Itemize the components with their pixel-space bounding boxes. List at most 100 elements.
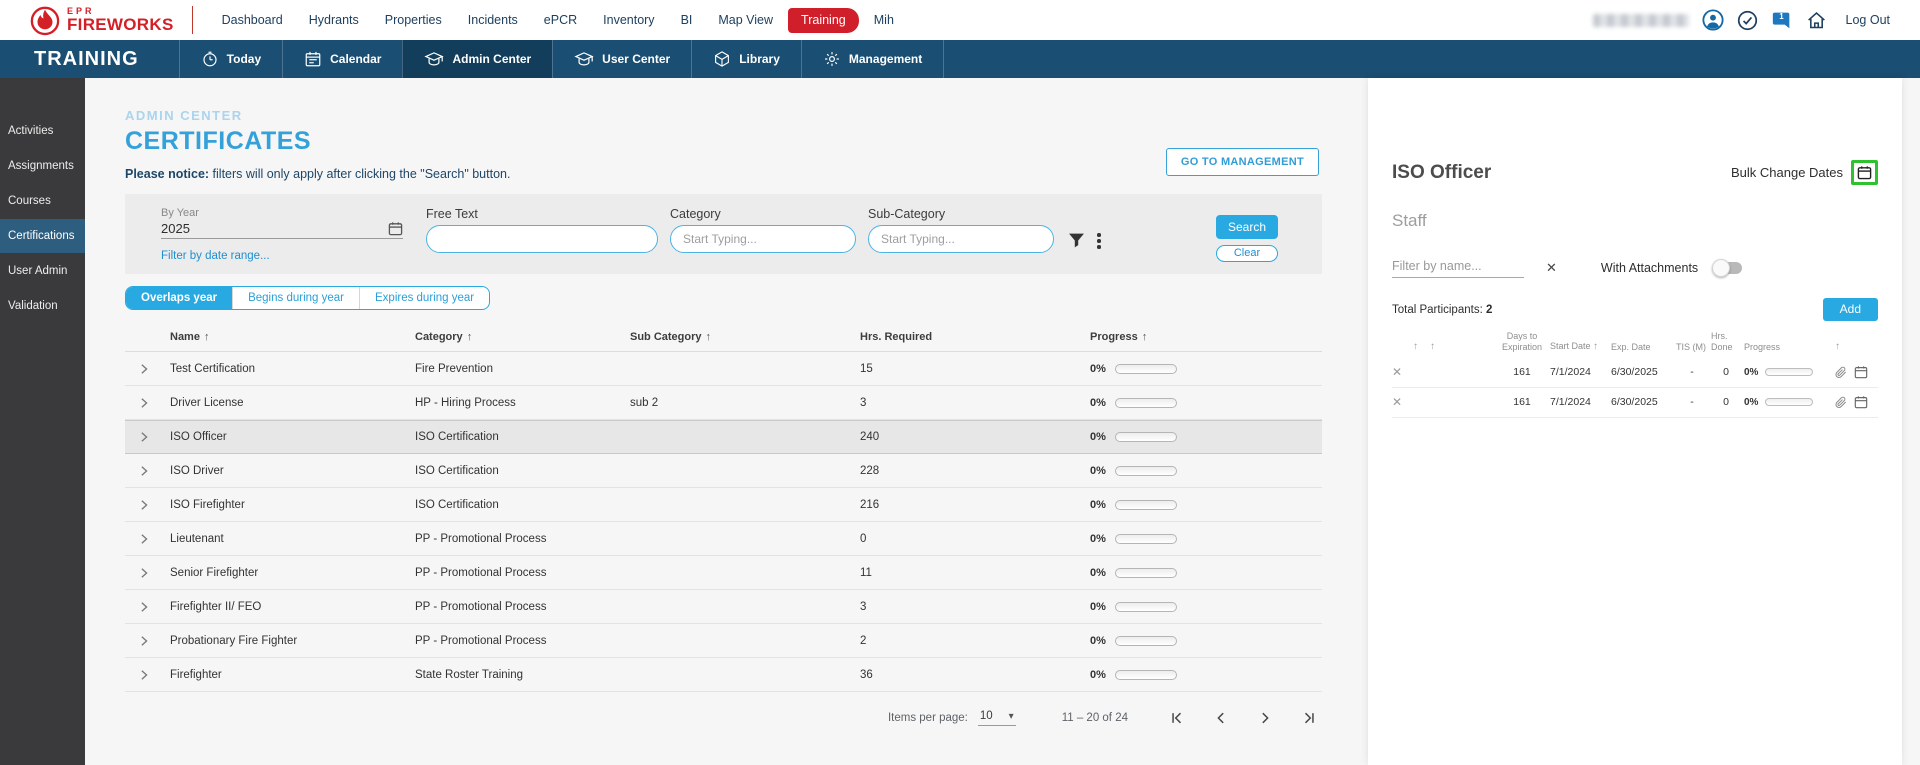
previous-page-icon[interactable] [1214,711,1228,725]
bulk-change-dates-label: Bulk Change Dates [1731,165,1843,180]
table-row-lieutenant[interactable]: LieutenantPP - Promotional Process00% [125,522,1322,556]
remove-participant-icon[interactable]: ✕ [1392,395,1410,409]
table-row-driver-license[interactable]: Driver LicenseHP - Hiring Processsub 230… [125,386,1322,420]
nav-map-view[interactable]: Map View [707,8,784,32]
sidebar-item-certifications[interactable]: Certifications [0,219,85,253]
subcategory-label: Sub-Category [868,207,1054,221]
sidebar-item-assignments[interactable]: Assignments [0,149,85,183]
go-to-management-button[interactable]: GO TO MANAGEMENT [1166,148,1319,176]
tab-management[interactable]: Management [801,40,944,78]
sort-asc-icon[interactable]: ↑ [1413,341,1427,353]
segment-expires-during-year[interactable]: Expires during year [359,287,489,309]
nav-epcr[interactable]: ePCR [533,8,588,32]
overflow-menu-icon[interactable] [1095,231,1103,274]
attachment-icon[interactable] [1835,366,1851,379]
last-page-icon[interactable] [1302,711,1316,725]
expand-chevron-icon[interactable] [125,363,170,375]
sidebar-item-validation[interactable]: Validation [0,289,85,323]
subcategory-input[interactable] [868,225,1054,253]
bulk-change-dates-button[interactable] [1851,160,1878,185]
table-row-iso-officer[interactable]: ISO OfficerISO Certification2400% [125,420,1322,454]
filter-funnel-icon[interactable] [1068,232,1085,274]
expand-chevron-icon[interactable] [125,601,170,613]
items-per-page-value: 10 [980,710,993,722]
brand-logo[interactable]: EPR FIREWORKS [30,4,174,36]
sort-asc-icon[interactable]: ↑ [1835,341,1851,353]
tab-library[interactable]: Library [691,40,801,78]
nav-mih[interactable]: Mih [863,8,905,32]
participant-row[interactable]: ✕1617/1/20246/30/2025-00% [1392,388,1878,418]
cell-category: ISO Certification [415,465,630,477]
nav-incidents[interactable]: Incidents [457,8,529,32]
table-row-firefighter[interactable]: FirefighterState Roster Training360% [125,658,1322,692]
tab-calendar[interactable]: Calendar [282,40,402,78]
notifications-icon[interactable]: 1 [1771,9,1793,31]
next-page-icon[interactable] [1258,711,1272,725]
expand-chevron-icon[interactable] [125,431,170,443]
expand-chevron-icon[interactable] [125,499,170,511]
avatar-icon[interactable] [1702,9,1724,31]
subnav-tabs: TodayCalendarAdmin CenterUser CenterLibr… [179,40,945,78]
search-button[interactable]: Search [1216,215,1278,239]
by-year-value[interactable]: 2025 [161,221,190,236]
filter-by-name-input[interactable] [1392,257,1524,278]
sidebar-item-user-admin[interactable]: User Admin [0,254,85,288]
table-row-iso-firefighter[interactable]: ISO FirefighterISO Certification2160% [125,488,1322,522]
first-page-icon[interactable] [1170,711,1184,725]
sort-asc-icon[interactable]: ↑ [204,331,210,343]
with-attachments-toggle[interactable] [1712,259,1744,277]
sort-asc-icon[interactable]: ↑ [706,331,712,343]
table-row-firefighter-ii-feo[interactable]: Firefighter II/ FEOPP - Promotional Proc… [125,590,1322,624]
expand-chevron-icon[interactable] [125,465,170,477]
nav-properties[interactable]: Properties [374,8,453,32]
participants-table-header: ↑ ↑ Days to Expiration Start Date ↑ Exp.… [1392,331,1878,358]
add-participant-button[interactable]: Add [1823,298,1878,321]
expand-chevron-icon[interactable] [125,669,170,681]
progress-bar [1765,398,1813,406]
participant-row[interactable]: ✕1617/1/20246/30/2025-00% [1392,358,1878,388]
left-sidebar: ActivitiesAssignmentsCoursesCertificatio… [0,78,85,765]
panel-title: ISO Officer [1392,162,1491,184]
expand-chevron-icon[interactable] [125,533,170,545]
tab-today[interactable]: Today [179,40,282,78]
items-per-page-select[interactable]: 10 ▾ [978,710,1016,726]
table-row-iso-driver[interactable]: ISO DriverISO Certification2280% [125,454,1322,488]
segment-begins-during-year[interactable]: Begins during year [232,287,359,309]
progress-bar [1115,534,1177,544]
free-text-input[interactable] [426,225,658,253]
table-row-test-certification[interactable]: Test CertificationFire Prevention150% [125,352,1322,386]
table-row-probationary-fire-fighter[interactable]: Probationary Fire FighterPP - Promotiona… [125,624,1322,658]
sidebar-item-activities[interactable]: Activities [0,114,85,148]
year-calendar-icon[interactable] [388,221,403,236]
sort-asc-icon[interactable]: ↑ [1430,341,1494,353]
nav-bi[interactable]: BI [670,8,704,32]
expand-chevron-icon[interactable] [125,635,170,647]
nav-hydrants[interactable]: Hydrants [298,8,370,32]
attachment-icon[interactable] [1835,396,1851,409]
nav-training[interactable]: Training [788,8,859,33]
main-content: ADMIN CENTER CERTIFICATES GO TO MANAGEME… [85,78,1368,765]
clear-button[interactable]: Clear [1216,245,1278,262]
by-year-field[interactable]: 2025 [161,221,403,239]
nav-inventory[interactable]: Inventory [592,8,665,32]
row-calendar-icon[interactable] [1854,365,1874,379]
expand-chevron-icon[interactable] [125,397,170,409]
sidebar-item-courses[interactable]: Courses [0,184,85,218]
tab-admin-center[interactable]: Admin Center [402,40,552,78]
home-icon[interactable] [1806,10,1827,31]
category-input[interactable] [670,225,856,253]
tab-user-center[interactable]: User Center [552,40,691,78]
segment-overlaps-year[interactable]: Overlaps year [126,287,232,309]
sort-asc-icon[interactable]: ↑ [1593,341,1598,352]
logout-link[interactable]: Log Out [1846,13,1890,27]
expand-chevron-icon[interactable] [125,567,170,579]
nav-dashboard[interactable]: Dashboard [211,8,294,32]
sort-asc-icon[interactable]: ↑ [1142,331,1148,343]
remove-participant-icon[interactable]: ✕ [1392,365,1410,379]
table-row-senior-firefighter[interactable]: Senior FirefighterPP - Promotional Proce… [125,556,1322,590]
filter-by-date-range-link[interactable]: Filter by date range... [161,250,270,262]
row-calendar-icon[interactable] [1854,395,1874,409]
clear-filter-icon[interactable]: ✕ [1546,260,1557,276]
check-circle-icon[interactable] [1737,10,1758,31]
sort-asc-icon[interactable]: ↑ [467,331,473,343]
